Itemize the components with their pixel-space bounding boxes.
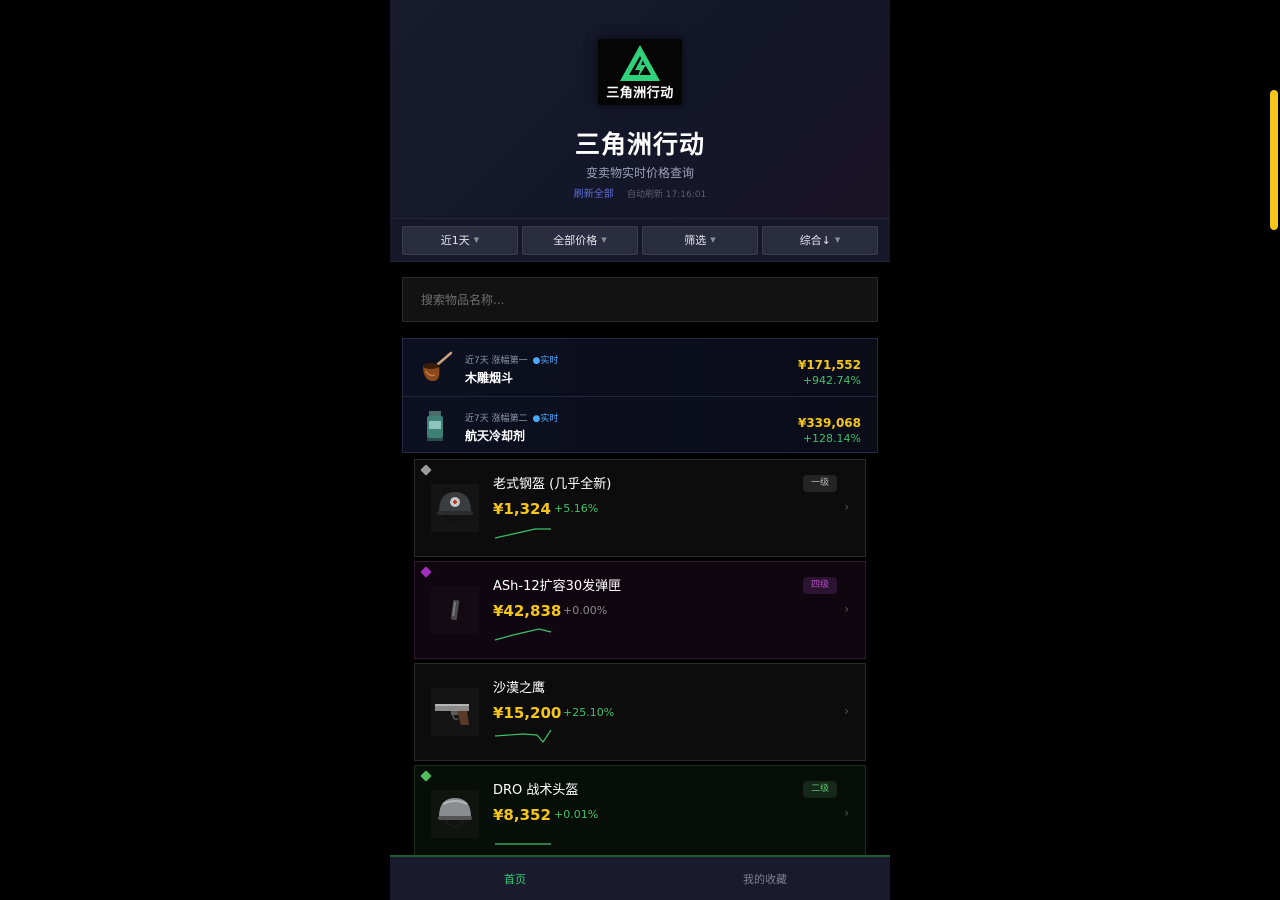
caret-down-icon: ▼ — [710, 236, 716, 244]
price-sparkline — [495, 843, 551, 845]
item-name: ASh-12扩容30发弹匣 — [493, 579, 622, 594]
item-change: +0.01% — [554, 808, 599, 821]
nav-favorites-tab[interactable]: 我的收藏 — [640, 857, 890, 900]
item-price: ¥1,324 — [493, 500, 551, 518]
sort-dropdown[interactable]: 综合↓ ▼ — [762, 226, 878, 255]
triangle-logo-icon — [620, 45, 660, 81]
app-container: 三角洲行动 三角洲行动 变卖物实时价格查询 刷新全部 自动刷新 17:16:01… — [390, 0, 890, 900]
item-price: ¥42,838 — [493, 602, 562, 620]
price-sparkline — [494, 528, 551, 539]
pipe-icon — [423, 351, 453, 381]
magazine-icon — [431, 586, 479, 634]
mover-name: 木雕烟斗 — [465, 371, 514, 385]
logo-text: 三角洲行动 — [606, 86, 674, 101]
page-subtitle: 变卖物实时价格查询 — [585, 166, 694, 180]
mover-change: +942.74% — [802, 374, 861, 387]
top-mover-row[interactable]: 近7天 涨幅第一 ●实时 木雕烟斗 ¥171,552 +942.74% — [403, 339, 877, 395]
live-badge: ●实时 — [532, 356, 559, 366]
helmet-icon — [431, 484, 479, 532]
nav-home-tab[interactable]: 首页 — [390, 857, 640, 900]
top-movers-panel: 近7天 涨幅第一 ●实时 木雕烟斗 ¥171,552 +942.74% 近7天 … — [402, 338, 878, 453]
item-card[interactable]: 沙漠之鹰 ¥15,200 +25.10% › — [414, 663, 866, 761]
item-card[interactable]: 老式钢盔 (几乎全新) ¥1,324 +5.16% 一级 › — [414, 459, 866, 557]
auto-refresh-time: 自动刷新 17:16:01 — [626, 190, 707, 200]
app-logo: 三角洲行动 — [598, 39, 682, 105]
coolant-icon — [427, 411, 443, 441]
mover-price: ¥339,068 — [797, 416, 861, 430]
rarity-diamond-icon — [420, 770, 432, 782]
price-sparkline — [494, 628, 552, 641]
chevron-right-icon: › — [844, 602, 849, 616]
header: 三角洲行动 三角洲行动 变卖物实时价格查询 刷新全部 自动刷新 17:16:01 — [390, 0, 890, 218]
chevron-right-icon: › — [844, 704, 849, 718]
chevron-right-icon: › — [844, 500, 849, 514]
item-change: +5.16% — [554, 502, 599, 515]
live-badge: ●实时 — [532, 414, 559, 424]
item-change: +0.00% — [563, 604, 608, 617]
rarity-diamond-icon — [420, 464, 432, 476]
page-title: 三角洲行动 — [574, 130, 705, 159]
item-card[interactable]: ASh-12扩容30发弹匣 ¥42,838 +0.00% 四级 › — [414, 561, 866, 659]
refresh-all-link[interactable]: 刷新全部 — [574, 189, 614, 200]
grade-badge: 四级 — [802, 577, 837, 594]
caret-down-icon: ▼ — [834, 236, 841, 244]
item-name: 沙漠之鹰 — [493, 681, 546, 696]
search-box — [402, 277, 878, 322]
time-range-filter[interactable]: 近1天 ▼ — [402, 226, 518, 255]
chevron-right-icon: › — [844, 806, 849, 820]
price-sparkline — [494, 729, 552, 743]
filter-label: 综合↓ — [799, 234, 831, 247]
item-price: ¥8,352 — [493, 806, 551, 824]
mover-rank-label: 近7天 涨幅第一 ●实时 — [465, 355, 558, 367]
item-price: ¥15,200 — [493, 704, 562, 722]
item-name: DRO 战术头盔 — [493, 783, 579, 798]
item-name: 老式钢盔 (几乎全新) — [493, 477, 612, 492]
mover-rank-label: 近7天 涨幅第二 ●实时 — [465, 413, 558, 425]
filter-label: 近1天 — [440, 234, 470, 247]
tactical-helmet-icon — [431, 790, 479, 838]
filter-dropdown[interactable]: 筛选 ▼ — [642, 226, 758, 255]
caret-down-icon: ▼ — [473, 236, 480, 244]
top-mover-row[interactable]: 近7天 涨幅第二 ●实时 航天冷却剂 ¥339,068 +128.14% — [403, 396, 877, 453]
rank-text: 近7天 涨幅第一 — [465, 356, 528, 366]
scrollbar-thumb[interactable] — [1270, 90, 1278, 230]
mover-price: ¥171,552 — [797, 358, 861, 372]
grade-badge: 二级 — [802, 781, 837, 798]
page-scrollbar[interactable] — [1268, 0, 1280, 900]
caret-down-icon: ▼ — [601, 236, 607, 244]
rarity-diamond-icon — [420, 566, 432, 578]
filter-label: 全部价格 — [553, 234, 598, 247]
bottom-nav: 首页 我的收藏 — [390, 855, 890, 900]
search-input[interactable] — [403, 278, 861, 321]
filter-bar: 近1天 ▼ 全部价格 ▼ 筛选 ▼ 综合↓ ▼ — [390, 218, 890, 262]
filter-label: 筛选 — [684, 234, 707, 247]
mover-name: 航天冷却剂 — [465, 429, 526, 443]
item-change: +25.10% — [563, 706, 615, 719]
rank-text: 近7天 涨幅第二 — [465, 414, 528, 424]
mover-change: +128.14% — [802, 432, 861, 445]
pistol-icon — [431, 688, 479, 736]
grade-badge: 一级 — [802, 475, 837, 492]
item-card[interactable]: DRO 战术头盔 ¥8,352 +0.01% 二级 › — [414, 765, 866, 863]
refresh-row: 刷新全部 自动刷新 17:16:01 — [390, 188, 890, 202]
price-range-filter[interactable]: 全部价格 ▼ — [522, 226, 638, 255]
